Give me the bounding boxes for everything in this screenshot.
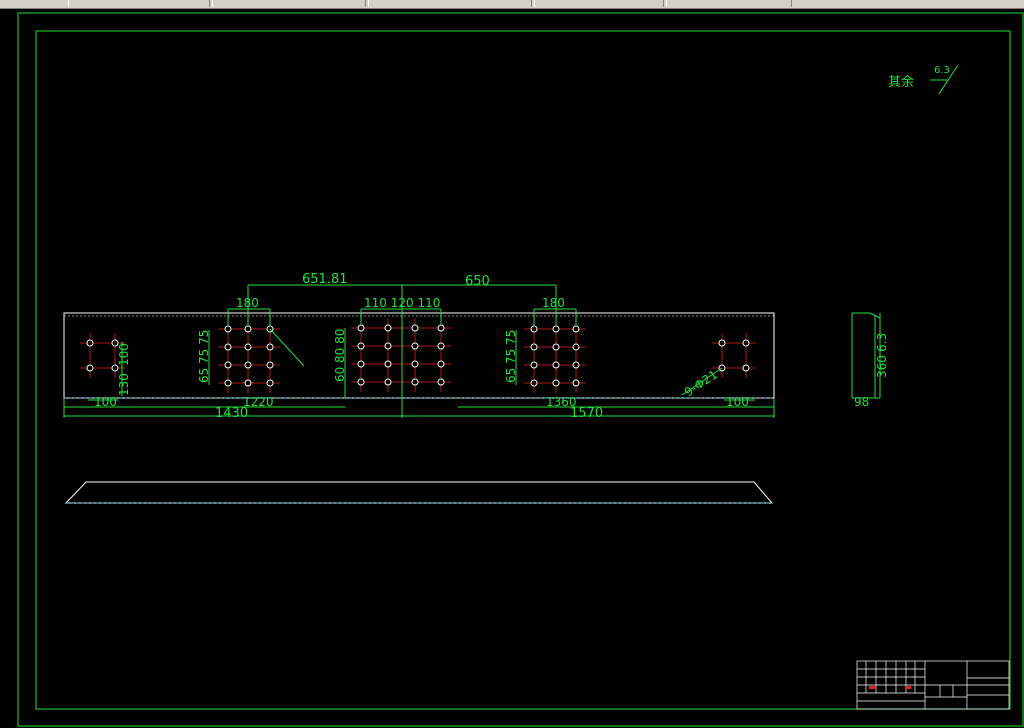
bolt-hole — [411, 342, 419, 350]
bolt-hole — [384, 378, 392, 386]
bolt-hole — [742, 364, 750, 372]
bolt-hole — [530, 379, 538, 387]
dim-bottom-right-small: 100 — [726, 395, 749, 409]
bolt-hole — [244, 325, 252, 333]
bolt-hole — [224, 361, 232, 369]
bolt-hole — [384, 342, 392, 350]
bolt-hole — [224, 325, 232, 333]
dim-top-left: 651.81 — [302, 272, 348, 287]
bolt-hole — [411, 324, 419, 332]
bolt-hole — [572, 379, 580, 387]
hole-pattern — [80, 318, 756, 393]
dim-group-left: 180 — [236, 296, 259, 310]
dim-bottom-right-total: 1570 — [570, 406, 603, 421]
dim-mid-v: 80 80 — [333, 329, 347, 363]
bolt-hole — [266, 361, 274, 369]
dim-side-height: 360 — [875, 355, 889, 378]
bolt-hole — [552, 325, 560, 333]
title-block — [856, 660, 1010, 710]
bolt-hole — [530, 361, 538, 369]
surface-roughness-note: 其余 6.3 — [888, 64, 959, 95]
bolt-hole — [357, 360, 365, 368]
outer-frame — [17, 12, 1024, 727]
title-block-mark — [869, 686, 875, 689]
bolt-hole — [552, 343, 560, 351]
dim-bottom-left-small: 100 — [94, 395, 117, 409]
dim-bottom-left-total: 1430 — [215, 406, 248, 421]
dim-left-v2: 65 — [197, 368, 211, 383]
bolt-hole — [357, 342, 365, 350]
bolt-hole — [244, 361, 252, 369]
bolt-hole — [530, 325, 538, 333]
bolt-hole — [742, 339, 750, 347]
drawing-canvas[interactable]: 其余 6.3 651.81 650 180 110 120 110 180 10… — [0, 0, 1024, 728]
dim-hole-note: 9-Φ21 — [682, 367, 720, 399]
bolt-hole — [86, 339, 94, 347]
bolt-hole — [384, 324, 392, 332]
bolt-hole — [224, 343, 232, 351]
dim-side-width: 98 — [854, 395, 869, 409]
bolt-hole — [437, 378, 445, 386]
dim-side-thick: 6.3 — [875, 333, 889, 352]
bolt-hole — [266, 379, 274, 387]
bolt-hole — [411, 360, 419, 368]
dim-left-v: 75 75 — [197, 330, 211, 364]
bolt-hole — [86, 364, 94, 372]
bolt-hole — [266, 343, 274, 351]
dim-left-small-v: 100 — [117, 343, 131, 366]
dim-group-right: 180 — [542, 296, 565, 310]
bolt-hole — [530, 343, 538, 351]
bolt-hole — [411, 378, 419, 386]
roughness-value: 6.3 — [934, 65, 950, 76]
dim-top-right: 650 — [465, 274, 490, 289]
bolt-hole — [572, 361, 580, 369]
bolt-hole — [437, 360, 445, 368]
plan-outline — [64, 481, 774, 504]
bolt-hole — [552, 379, 560, 387]
bolt-hole — [572, 343, 580, 351]
bolt-hole — [244, 343, 252, 351]
bolt-hole — [357, 378, 365, 386]
inner-frame — [35, 30, 1011, 710]
roughness-label: 其余 — [888, 74, 914, 90]
bolt-hole — [437, 342, 445, 350]
dim-mid-v2: 60 — [333, 367, 347, 382]
dim-group-mid: 110 120 110 — [364, 296, 440, 310]
plate-plan-view — [64, 481, 774, 504]
dim-right-v: 75 75 — [504, 330, 518, 364]
dim-left-small-v2: 130 — [117, 373, 131, 396]
bolt-hole — [718, 339, 726, 347]
bolt-hole — [244, 379, 252, 387]
plate-outline — [63, 312, 775, 399]
title-block-mark — [905, 686, 911, 689]
dim-right-v2: 65 — [504, 368, 518, 383]
bolt-hole — [384, 360, 392, 368]
bolt-hole — [224, 379, 232, 387]
bolt-hole — [552, 361, 560, 369]
bolt-hole — [572, 325, 580, 333]
plate-front-view — [63, 312, 775, 399]
